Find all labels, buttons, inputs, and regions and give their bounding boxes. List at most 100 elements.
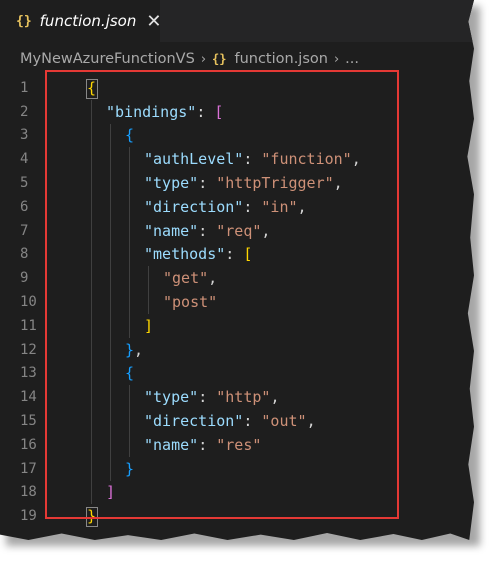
code-line[interactable]: 8 "methods": [ — [0, 243, 474, 267]
code-token: { — [125, 364, 135, 383]
close-icon[interactable]: ✕ — [146, 11, 161, 32]
line-number: 6 — [20, 198, 29, 215]
indent-guide — [129, 385, 130, 457]
code-text: "methods": [ — [144, 245, 252, 263]
code-text: "get", — [163, 269, 217, 287]
code-token: : — [198, 435, 217, 454]
tab-function-json[interactable]: {} function.json ✕ — [0, 0, 161, 42]
code-text: ] — [144, 317, 153, 335]
code-text: }, — [125, 341, 143, 359]
code-line[interactable]: 15 "direction": "out", — [0, 409, 474, 433]
tab-label: function.json — [39, 12, 137, 30]
breadcrumb-file[interactable]: function.json — [234, 51, 328, 67]
code-token: "type" — [144, 388, 199, 407]
code-token: ] — [144, 316, 154, 335]
code-token: : — [243, 197, 262, 216]
tab-bar: {} function.json ✕ — [0, 0, 474, 42]
code-token: "direction" — [144, 412, 244, 431]
code-token: "direction" — [144, 197, 244, 216]
code-text: "type": "http", — [144, 388, 279, 406]
code-line[interactable]: 18] — [0, 481, 474, 505]
code-line[interactable]: 4 "authLevel": "function", — [0, 147, 474, 171]
indent-guide — [148, 266, 149, 314]
code-line[interactable]: 7 "name": "req", — [0, 219, 474, 243]
code-token: "get" — [163, 269, 209, 288]
code-token: [ — [214, 102, 224, 121]
code-token: : — [198, 221, 217, 240]
line-number: 19 — [20, 508, 37, 525]
breadcrumb: MyNewAzureFunctionVS › {} function.json … — [0, 42, 474, 76]
code-token: : — [198, 388, 217, 407]
code-token: , — [261, 221, 271, 240]
code-token: , — [297, 197, 307, 216]
line-number: 2 — [20, 103, 29, 120]
indent-guide — [129, 147, 130, 338]
bracket-match-box — [86, 507, 98, 528]
breadcrumb-more[interactable]: ... — [345, 51, 359, 67]
line-number: 3 — [20, 127, 29, 144]
line-number: 10 — [20, 294, 37, 311]
line-number: 9 — [20, 270, 29, 287]
code-token: "bindings" — [106, 102, 197, 121]
code-token: : — [196, 102, 215, 121]
bracket-match-box — [86, 79, 98, 99]
code-token: "http" — [216, 388, 271, 407]
editor-panel: {} function.json ✕ MyNewAzureFunctionVS … — [0, 0, 474, 540]
code-line[interactable]: 10 "post" — [0, 290, 474, 314]
code-text: { — [125, 126, 134, 144]
code-token: "function" — [261, 150, 352, 169]
line-number: 11 — [20, 317, 37, 334]
code-line[interactable]: 17} — [0, 457, 474, 481]
code-token: , — [208, 269, 218, 288]
code-line[interactable]: 19} — [0, 504, 474, 528]
code-text: "name": "req", — [144, 222, 270, 240]
code-line[interactable]: 5 "type": "httpTrigger", — [0, 171, 474, 195]
code-line[interactable]: 13 { — [0, 362, 474, 386]
code-editor[interactable]: 1{2 "bindings": [3{4 "authLevel": "functio… — [0, 76, 474, 530]
code-token: , — [306, 412, 316, 431]
code-token: ] — [106, 483, 116, 502]
screenshot-canvas: {} function.json ✕ MyNewAzureFunctionVS … — [0, 0, 491, 567]
code-token: [ — [243, 245, 253, 264]
code-text: "bindings": [ — [106, 103, 223, 121]
code-line[interactable]: 1{ — [0, 76, 474, 100]
json-file-icon: {} — [16, 13, 32, 29]
code-token: "res" — [216, 435, 262, 454]
code-line[interactable]: 3{ — [0, 124, 474, 148]
code-line[interactable]: 16 "name": "res" — [0, 433, 474, 457]
code-token: "methods" — [144, 245, 226, 264]
code-token: } — [125, 340, 135, 359]
code-line[interactable]: 14 "type": "http", — [0, 385, 474, 409]
code-line[interactable]: 11] — [0, 314, 474, 338]
code-token: , — [270, 388, 280, 407]
line-number: 8 — [20, 246, 29, 263]
code-token: { — [125, 126, 135, 145]
code-token: "name" — [144, 435, 199, 454]
code-text: { — [125, 364, 134, 382]
code-token: "httpTrigger" — [216, 174, 334, 193]
json-file-icon: {} — [212, 52, 227, 66]
code-token: "authLevel" — [144, 150, 244, 169]
code-text: "type": "httpTrigger", — [144, 174, 343, 192]
code-token: "type" — [144, 174, 199, 193]
code-line[interactable]: 12}, — [0, 338, 474, 362]
code-token: "req" — [216, 221, 262, 240]
code-token: , — [351, 150, 361, 169]
indent-guide — [110, 123, 111, 481]
line-number: 1 — [20, 79, 29, 96]
code-line[interactable]: 6 "direction": "in", — [0, 195, 474, 219]
line-number: 12 — [20, 341, 37, 358]
code-line[interactable]: 9 "get", — [0, 266, 474, 290]
code-token: : — [198, 174, 217, 193]
code-line[interactable]: 2 "bindings": [ — [0, 100, 474, 124]
breadcrumb-project[interactable]: MyNewAzureFunctionVS — [20, 51, 195, 67]
code-token: : — [243, 150, 262, 169]
line-number: 16 — [20, 436, 37, 453]
code-text: "direction": "in", — [144, 198, 307, 216]
code-token: } — [125, 459, 135, 478]
line-number: 18 — [20, 484, 37, 501]
code-token: "in" — [261, 197, 298, 216]
code-token: , — [333, 174, 343, 193]
line-number: 17 — [20, 460, 37, 477]
code-text: "authLevel": "function", — [144, 150, 361, 168]
